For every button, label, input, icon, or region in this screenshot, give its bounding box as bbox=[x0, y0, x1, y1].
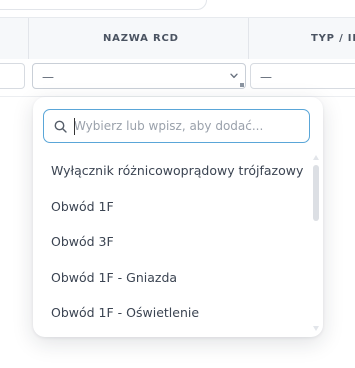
text-caret bbox=[74, 118, 75, 135]
filter-select-typ-id[interactable]: — bbox=[250, 63, 355, 89]
filter-select-nazwa-rcd[interactable]: — bbox=[32, 63, 246, 89]
resize-handle[interactable] bbox=[240, 83, 244, 87]
dropdown-panel: Wyłącznik różnicowoprądowy trójfazowy Ob… bbox=[33, 97, 323, 337]
column-divider bbox=[28, 18, 29, 60]
option-item[interactable]: Obwód 1F - Gniazda bbox=[33, 260, 313, 296]
table-filter-row: — — bbox=[0, 59, 355, 97]
scroll-thumb[interactable] bbox=[313, 165, 319, 221]
scroll-down-arrow-icon[interactable] bbox=[313, 326, 319, 331]
chevron-down-icon bbox=[230, 73, 238, 79]
filter-select-first[interactable] bbox=[0, 63, 25, 89]
option-item[interactable]: Obwód 1F - Oświetlenie bbox=[33, 295, 313, 331]
filter-value: — bbox=[42, 70, 54, 84]
options-scrollbar[interactable] bbox=[313, 155, 319, 331]
column-header-nazwa-rcd[interactable]: NAZWA RCD bbox=[103, 18, 179, 60]
option-item[interactable]: Obwód 3F bbox=[33, 224, 313, 260]
option-item[interactable]: Wyłącznik różnicowoprądowy trójfazowy bbox=[33, 153, 313, 189]
column-divider bbox=[248, 18, 249, 60]
search-input[interactable] bbox=[74, 115, 299, 137]
top-panel-fragment bbox=[0, 0, 207, 10]
filter-value: — bbox=[260, 70, 272, 84]
option-item[interactable]: Obwód 1F bbox=[33, 189, 313, 225]
search-box[interactable] bbox=[43, 109, 310, 143]
search-icon bbox=[54, 120, 67, 133]
options-list: Wyłącznik różnicowoprądowy trójfazowy Ob… bbox=[33, 153, 313, 331]
column-header-typ-id[interactable]: TYP / ID bbox=[311, 18, 355, 60]
scroll-up-arrow-icon[interactable] bbox=[313, 155, 319, 160]
table-header-row: NAZWA RCD TYP / ID bbox=[0, 17, 355, 61]
